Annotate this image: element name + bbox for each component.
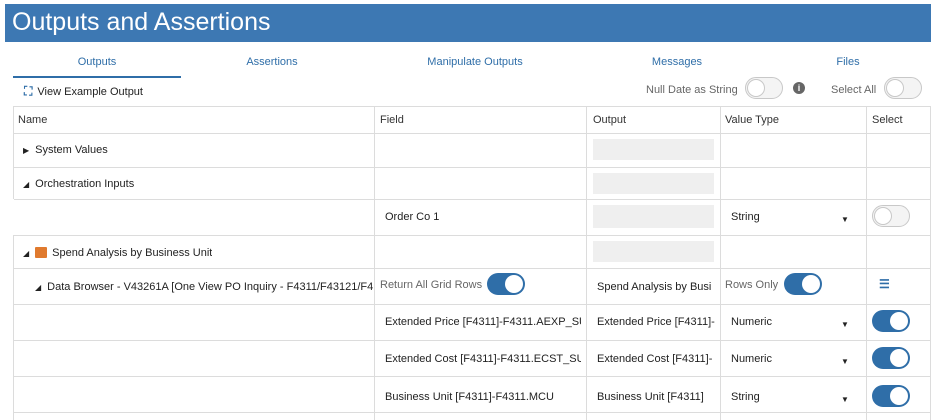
value-type-select[interactable]: Numeric — [731, 353, 772, 365]
tab-manipulate-outputs[interactable]: Manipulate Outputs — [415, 54, 535, 76]
field-extended-price: Extended Price [F4311]-F4311.AEXP_SU — [385, 316, 581, 328]
chevron-down-icon[interactable]: ▼ — [841, 320, 849, 329]
value-type-select[interactable]: String — [731, 211, 760, 223]
column-header-output[interactable]: Output — [593, 114, 626, 126]
toggle-knob — [890, 387, 908, 405]
outputs-grid: Name Field Output Value Type Select ▶ Sys… — [13, 106, 931, 420]
grid-icon — [35, 247, 48, 258]
output-extended-cost[interactable]: Extended Cost [F4311]- — [597, 353, 715, 365]
toggle-knob — [747, 79, 765, 97]
column-header-value-type[interactable]: Value Type — [725, 114, 779, 126]
collapse-caret-icon[interactable]: ◢ — [23, 249, 29, 258]
info-icon[interactable]: i — [793, 82, 805, 94]
toggle-knob — [802, 275, 820, 293]
select-toggle[interactable] — [872, 310, 910, 332]
binoculars-icon: ⛶ — [24, 84, 33, 98]
page-title: Outputs and Assertions — [12, 8, 271, 36]
collapse-caret-icon[interactable]: ◢ — [35, 283, 41, 292]
tab-assertions[interactable]: Assertions — [230, 54, 314, 76]
null-date-toggle[interactable] — [745, 77, 783, 99]
toggle-knob — [890, 349, 908, 367]
select-all-toggle[interactable] — [884, 77, 922, 99]
output-input[interactable] — [593, 205, 714, 228]
output-business-unit[interactable]: Business Unit [F4311] — [597, 391, 715, 403]
output-extended-price[interactable]: Extended Price [F4311]- — [597, 316, 715, 328]
tab-files[interactable]: Files — [828, 54, 868, 76]
select-toggle[interactable] — [872, 385, 910, 407]
return-all-grid-rows-toggle[interactable] — [487, 273, 525, 295]
toggle-knob — [890, 312, 908, 330]
field-business-unit: Business Unit [F4311]-F4311.MCU — [385, 391, 554, 403]
output-placeholder — [593, 241, 714, 262]
toggle-knob — [505, 275, 523, 293]
tree-row-system-values[interactable]: ▶ System Values — [23, 144, 108, 156]
tree-row-label: Spend Analysis by Business Unit — [52, 247, 213, 259]
output-placeholder — [593, 173, 714, 194]
tree-row-label: Orchestration Inputs — [35, 178, 135, 190]
list-icon[interactable]: ☰ — [879, 277, 890, 291]
value-type-select[interactable]: String — [731, 391, 760, 403]
tree-row-orchestration-inputs[interactable]: ◢ Orchestration Inputs — [23, 178, 134, 190]
tree-row-label: Data Browser - V43261A [One View PO Inqu… — [47, 281, 373, 293]
rows-only-label: Rows Only — [725, 279, 779, 291]
output-placeholder — [593, 139, 714, 160]
select-all-label: Select All — [831, 84, 877, 96]
tab-messages[interactable]: Messages — [640, 54, 714, 76]
tab-outputs[interactable]: Outputs — [13, 54, 181, 78]
toggle-knob — [886, 79, 904, 97]
tree-row-label: System Values — [35, 144, 108, 156]
output-data-browser[interactable]: Spend Analysis by Busi — [597, 281, 715, 293]
title-bar: Outputs and Assertions — [5, 4, 931, 42]
column-header-select[interactable]: Select — [872, 114, 903, 126]
tree-row-data-browser[interactable]: ◢ Data Browser - V43261A [One View PO Inq… — [35, 281, 373, 293]
value-type-select[interactable]: Numeric — [731, 316, 772, 328]
field-order-co: Order Co 1 — [385, 211, 440, 223]
return-all-grid-rows-label: Return All Grid Rows — [380, 279, 483, 291]
toggle-knob — [874, 207, 892, 225]
collapse-caret-icon[interactable]: ◢ — [23, 180, 29, 189]
tree-row-spend-analysis[interactable]: ◢ Spend Analysis by Business Unit — [23, 247, 212, 259]
select-toggle[interactable] — [872, 347, 910, 369]
chevron-down-icon[interactable]: ▼ — [841, 215, 849, 224]
field-extended-cost: Extended Cost [F4311]-F4311.ECST_SUM — [385, 353, 581, 365]
view-example-output-label: View Example Output — [37, 85, 143, 98]
column-header-field[interactable]: Field — [380, 114, 404, 126]
expand-caret-icon[interactable]: ▶ — [23, 146, 29, 155]
column-header-name[interactable]: Name — [18, 114, 47, 126]
select-toggle[interactable] — [872, 205, 910, 227]
rows-only-toggle[interactable] — [784, 273, 822, 295]
chevron-down-icon[interactable]: ▼ — [841, 395, 849, 404]
chevron-down-icon[interactable]: ▼ — [841, 357, 849, 366]
view-example-output-link[interactable]: ⛶ View Example Output — [24, 84, 143, 99]
null-date-label: Null Date as String — [646, 84, 738, 96]
